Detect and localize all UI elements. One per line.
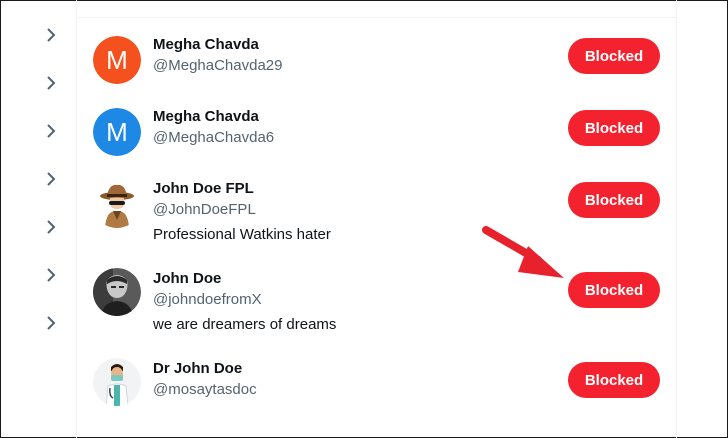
list-item[interactable]: M Megha Chavda @MeghaChavda6 Blocked bbox=[77, 106, 676, 162]
list-top-divider bbox=[77, 17, 676, 18]
bw-photo-avatar[interactable] bbox=[93, 268, 141, 316]
list-item[interactable]: John Doe FPL @JohnDoeFPL Professional Wa… bbox=[77, 178, 676, 248]
list-item[interactable]: Dr John Doe @mosaytasdoc Blocked bbox=[77, 358, 676, 414]
chevron-right-icon[interactable] bbox=[44, 268, 58, 282]
left-settings-column bbox=[0, 0, 76, 438]
chevron-right-icon[interactable] bbox=[44, 316, 58, 330]
user-handle[interactable]: @MeghaChavda29 bbox=[153, 57, 282, 74]
user-bio: Professional Watkins hater bbox=[153, 226, 331, 243]
user-handle[interactable]: @mosaytasdoc bbox=[153, 381, 257, 398]
svg-text:M: M bbox=[106, 45, 128, 75]
blocked-button[interactable]: Blocked bbox=[568, 272, 660, 308]
spy-cartoon-avatar[interactable] bbox=[93, 180, 141, 228]
list-item[interactable]: M Megha Chavda @MeghaChavda29 Blocked bbox=[77, 34, 676, 90]
chevron-right-icon[interactable] bbox=[44, 76, 58, 90]
blocked-button[interactable]: Blocked bbox=[568, 38, 660, 74]
user-handle[interactable]: @MeghaChavda6 bbox=[153, 129, 274, 146]
blocked-button[interactable]: Blocked bbox=[568, 182, 660, 218]
user-name[interactable]: Megha Chavda bbox=[153, 36, 259, 53]
avatar[interactable]: M bbox=[93, 108, 141, 156]
blocked-button[interactable]: Blocked bbox=[568, 362, 660, 398]
user-handle[interactable]: @JohnDoeFPL bbox=[153, 201, 256, 218]
doctor-cartoon-avatar[interactable] bbox=[93, 358, 141, 406]
list-item[interactable]: John Doe @johndoefromX we are dreamers o… bbox=[77, 268, 676, 338]
user-bio: we are dreamers of dreams bbox=[153, 316, 337, 333]
user-name[interactable]: John Doe FPL bbox=[153, 180, 254, 197]
avatar[interactable]: M bbox=[93, 36, 141, 84]
user-name[interactable]: Megha Chavda bbox=[153, 108, 259, 125]
chevron-right-icon[interactable] bbox=[44, 28, 58, 42]
red-arrow-icon bbox=[478, 222, 570, 289]
chevron-right-icon[interactable] bbox=[44, 220, 58, 234]
user-name[interactable]: John Doe bbox=[153, 270, 221, 287]
blocked-button[interactable]: Blocked bbox=[568, 110, 660, 146]
column-divider bbox=[676, 0, 677, 438]
svg-text:M: M bbox=[106, 117, 128, 147]
chevron-right-icon[interactable] bbox=[44, 172, 58, 186]
chevron-right-icon[interactable] bbox=[44, 124, 58, 138]
user-name[interactable]: Dr John Doe bbox=[153, 360, 242, 377]
user-handle[interactable]: @johndoefromX bbox=[153, 291, 262, 308]
